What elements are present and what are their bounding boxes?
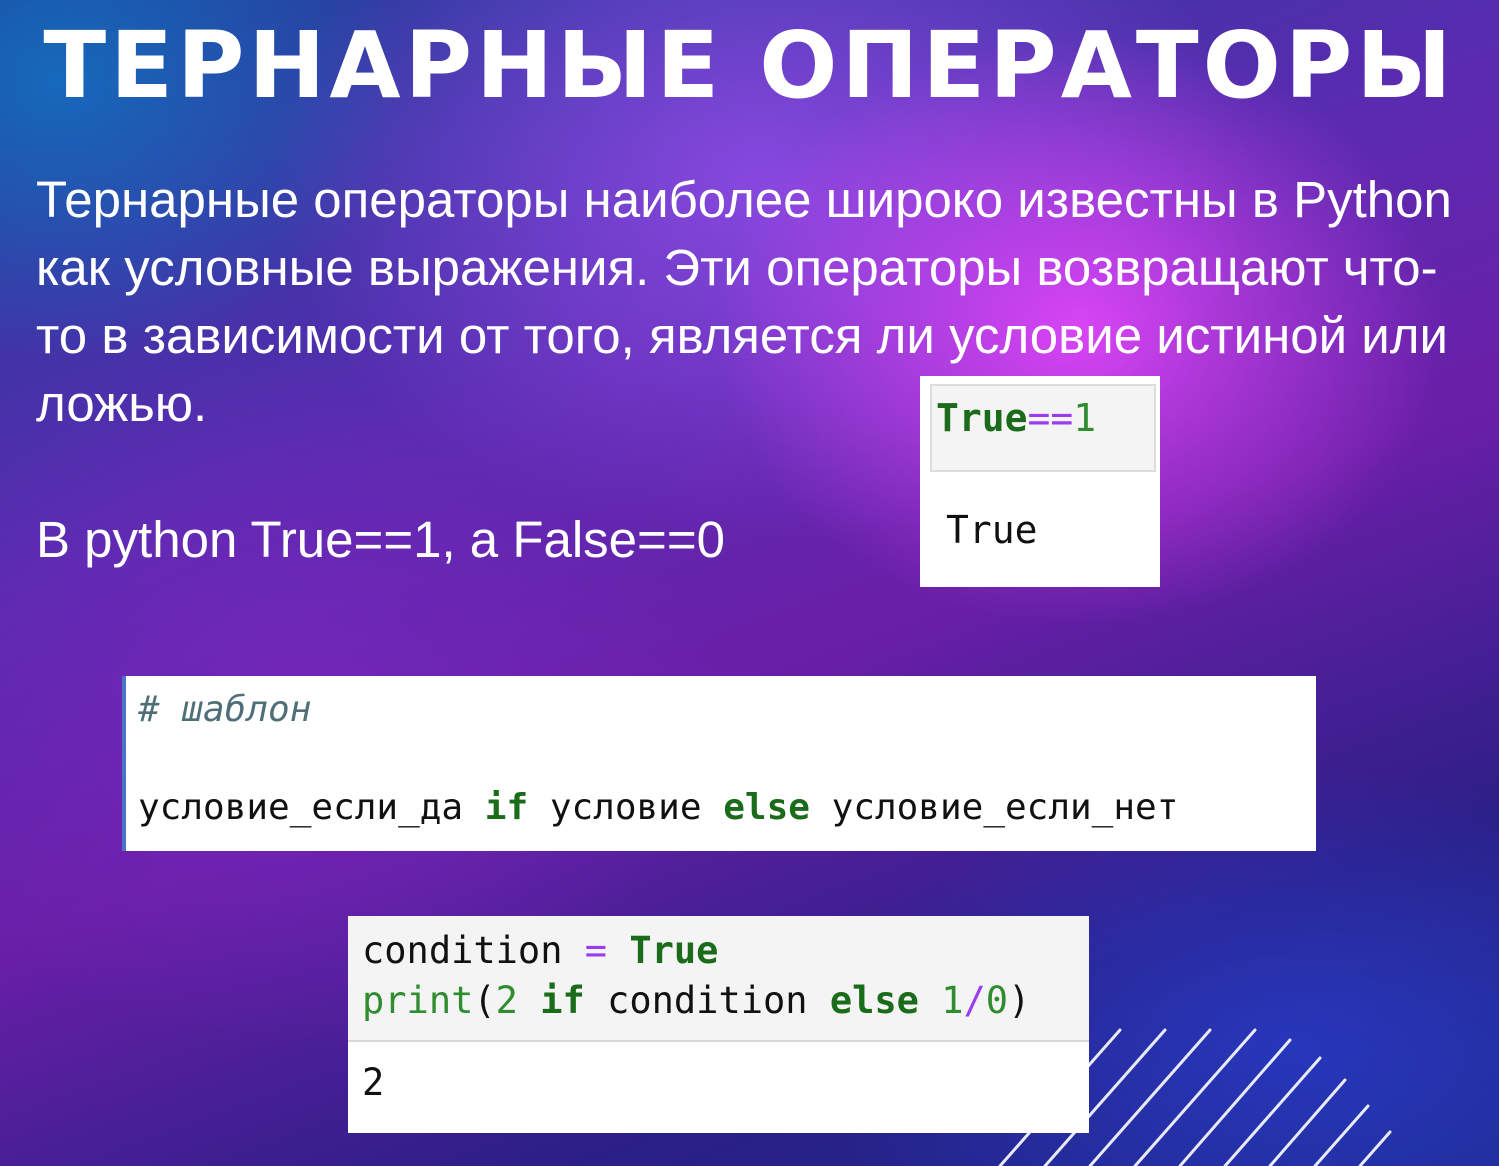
decorative-diagonal-stripes xyxy=(998,1028,1392,1166)
keyword-else: else xyxy=(723,787,810,828)
true-false-equivalence: В python True==1, а False==0 xyxy=(36,511,725,568)
operator-assign: = xyxy=(584,929,608,972)
keyword-true: True xyxy=(936,396,1028,440)
stripe xyxy=(1268,1078,1347,1166)
code-output: True xyxy=(946,508,1038,552)
template-code-cell: # шаблон условие_если_да if условие else… xyxy=(122,676,1316,851)
operator-eq: == xyxy=(1027,396,1074,440)
stripe xyxy=(1088,1028,1212,1166)
number-two: 2 xyxy=(495,979,518,1022)
keyword-if: if xyxy=(484,787,529,828)
func-print: print xyxy=(362,979,474,1022)
number-one: 1 xyxy=(941,979,964,1022)
template-part-condition: условие xyxy=(528,787,724,828)
stripe xyxy=(1133,1028,1257,1166)
code-line-2: print(2 if condition else 1/0) xyxy=(362,978,1030,1024)
code-output: 2 xyxy=(362,1061,385,1104)
paren-open: ( xyxy=(473,979,496,1022)
operator-divide: / xyxy=(963,979,986,1022)
intro-paragraph: Тернарные операторы наиболее широко изве… xyxy=(36,171,1452,432)
var-condition: condition xyxy=(362,929,585,972)
keyword-if: if xyxy=(540,979,585,1022)
slide-title: Тернарные операторы xyxy=(43,12,1456,119)
template-line: условие_если_да if условие else условие_… xyxy=(138,786,1178,830)
number-one: 1 xyxy=(1073,396,1097,440)
stripe xyxy=(1043,1028,1167,1166)
stripe xyxy=(1223,1056,1322,1166)
code-line: True==1 xyxy=(936,396,1096,440)
keyword-true: True xyxy=(629,929,719,972)
stripe xyxy=(1178,1038,1292,1166)
template-part-if-true: условие_если_да xyxy=(138,787,485,828)
keyword-else: else xyxy=(829,979,919,1022)
stripe xyxy=(1358,1130,1392,1166)
condition-example-cell: condition = True print(2 if condition el… xyxy=(348,916,1089,1133)
true-equals-one-cell: True==1 True xyxy=(920,376,1160,587)
var-condition: condition xyxy=(584,979,830,1022)
code-line-1: condition = True xyxy=(362,928,718,974)
template-comment: # шаблон xyxy=(138,689,312,730)
stripe xyxy=(1313,1104,1370,1166)
template-part-if-false: условие_если_нет xyxy=(809,787,1179,828)
stripe xyxy=(998,1028,1122,1166)
